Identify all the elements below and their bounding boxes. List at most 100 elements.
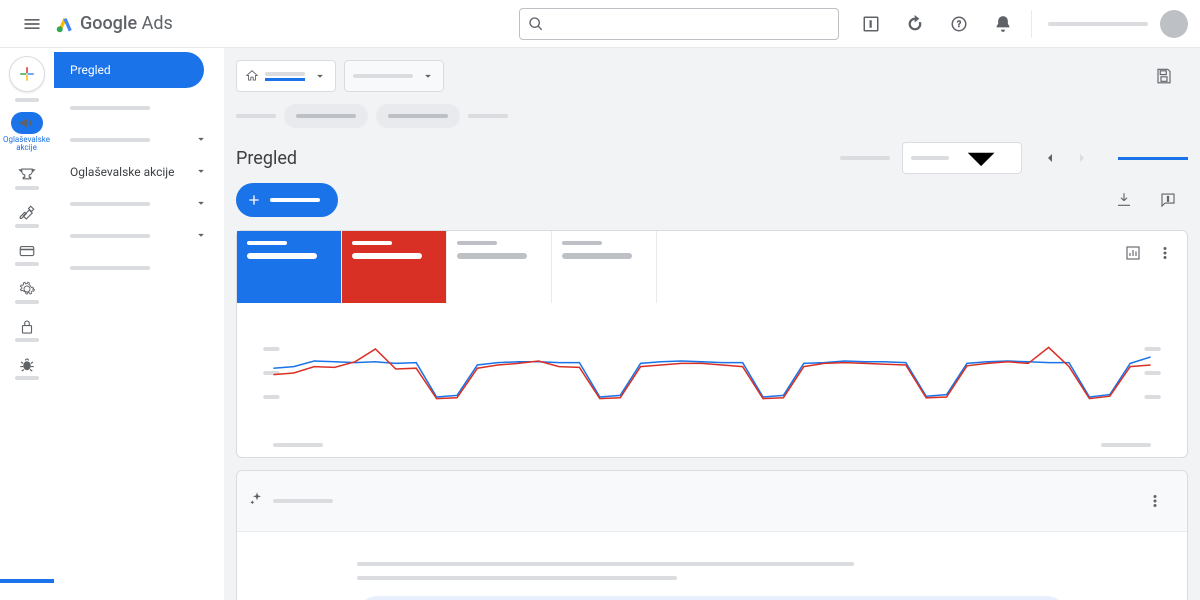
rail-debug[interactable] (3, 352, 51, 384)
product-logo: Google Ads (56, 13, 173, 34)
nav-skel-4[interactable] (54, 220, 224, 252)
chart-legend (237, 443, 1187, 457)
rail-admin[interactable] (3, 276, 51, 308)
nav-skel-2[interactable] (54, 124, 224, 156)
nav-skel-5[interactable] (54, 252, 224, 284)
insights-menu-button[interactable] (1135, 481, 1175, 521)
page-title: Pregled (236, 148, 297, 169)
divider (1031, 10, 1032, 38)
home-icon (245, 69, 259, 83)
new-campaign-button[interactable] (236, 183, 338, 217)
save-view-button[interactable] (1144, 56, 1184, 96)
legend-1 (273, 443, 323, 447)
account-switcher[interactable] (1048, 22, 1148, 26)
plus-icon (18, 65, 36, 83)
download-icon (1115, 191, 1133, 209)
account-scope-select[interactable] (236, 60, 336, 92)
next-period-button[interactable] (1066, 142, 1098, 174)
feedback-button[interactable] (1148, 180, 1188, 220)
download-button[interactable] (1104, 180, 1144, 220)
search-input[interactable] (519, 8, 839, 40)
search-icon (528, 16, 544, 32)
compare-label-skel (840, 156, 890, 160)
secondary-nav: Pregled Oglaševalske akcije (54, 48, 224, 600)
product-name: Google Ads (80, 13, 173, 34)
tools-icon (18, 204, 36, 222)
reports-icon-button[interactable] (851, 4, 891, 44)
menu-icon (22, 14, 42, 34)
header-actions: ? (851, 4, 1188, 44)
top-header: Google Ads ? (0, 0, 1200, 48)
rail-campaigns[interactable]: Oglaševalske akcije (3, 108, 51, 156)
chevron-right-icon (1074, 150, 1090, 166)
scorecard-3[interactable] (447, 231, 552, 303)
nav-skel-1[interactable] (54, 92, 224, 124)
nav-campaigns-label: Oglaševalske akcije (70, 165, 175, 179)
create-fab[interactable] (9, 56, 45, 92)
chevron-down-icon (194, 132, 208, 146)
insights-card-body (237, 532, 1187, 600)
filter-chip-2[interactable] (376, 104, 460, 128)
rail-goals[interactable] (3, 162, 51, 194)
expand-chart-button[interactable] (1119, 239, 1147, 267)
menu-icon-button[interactable] (12, 4, 52, 44)
nav-overview[interactable]: Pregled (54, 52, 204, 88)
gear-icon (18, 280, 36, 298)
nav-overview-label: Pregled (70, 63, 111, 77)
notifications-icon-button[interactable] (983, 4, 1023, 44)
scorecard-1[interactable] (237, 231, 342, 303)
more-vert-icon (1146, 492, 1164, 510)
chevron-down-icon (194, 196, 208, 210)
nav-campaigns[interactable]: Oglaševalske akcije (54, 156, 224, 188)
date-range-select[interactable] (902, 142, 1022, 174)
left-rail: Oglaševalske akcije (0, 48, 54, 600)
rail-tools[interactable] (3, 200, 51, 232)
rail-item-skeleton (15, 98, 39, 102)
filter-chip-1[interactable] (284, 104, 368, 128)
filter-chips (224, 104, 1200, 136)
view-toggle[interactable] (1118, 157, 1188, 160)
scope-toolbar (224, 48, 1200, 104)
card-icon (18, 242, 36, 260)
plus-icon (246, 192, 262, 208)
insight-action-pill[interactable] (357, 596, 1067, 600)
main-content: Pregled (224, 48, 1200, 600)
actions-row (224, 180, 1200, 230)
nav-skel-3[interactable] (54, 188, 224, 220)
avatar[interactable] (1160, 10, 1188, 38)
chevron-left-icon (1042, 150, 1058, 166)
legend-2 (1101, 443, 1151, 447)
performance-card (236, 230, 1188, 458)
insights-card (236, 470, 1188, 600)
chip-plain-1 (236, 114, 276, 118)
rail-campaigns-label: Oglaševalske akcije (3, 136, 51, 152)
title-row: Pregled (224, 136, 1200, 180)
help-icon: ? (950, 15, 968, 33)
card-tools (1119, 239, 1179, 267)
date-paging (1034, 142, 1098, 174)
help-icon-button[interactable]: ? (939, 4, 979, 44)
svg-text:?: ? (957, 20, 961, 30)
line-chart (237, 303, 1187, 443)
scorecard-2[interactable] (342, 231, 447, 303)
chart-icon (1124, 244, 1142, 262)
prev-period-button[interactable] (1034, 142, 1066, 174)
scorecards-row (237, 231, 1187, 303)
insights-card-header (237, 471, 1187, 532)
rail-billing[interactable] (3, 238, 51, 270)
rail-campaigns-bubble (11, 112, 43, 134)
card-menu-button[interactable] (1151, 239, 1179, 267)
refresh-icon (906, 15, 924, 33)
scorecard-4[interactable] (552, 231, 657, 303)
refresh-icon-button[interactable] (895, 4, 935, 44)
chevron-down-icon (421, 69, 435, 83)
secondary-scope-select[interactable] (344, 60, 444, 92)
sparkle-icon (249, 491, 265, 511)
save-icon (1155, 67, 1173, 85)
more-vert-icon (1156, 244, 1174, 262)
rail-security[interactable] (3, 314, 51, 346)
chevron-down-icon (194, 164, 208, 178)
search-wrap (519, 8, 839, 40)
bell-icon (994, 15, 1012, 33)
ads-logo-icon (56, 15, 74, 33)
